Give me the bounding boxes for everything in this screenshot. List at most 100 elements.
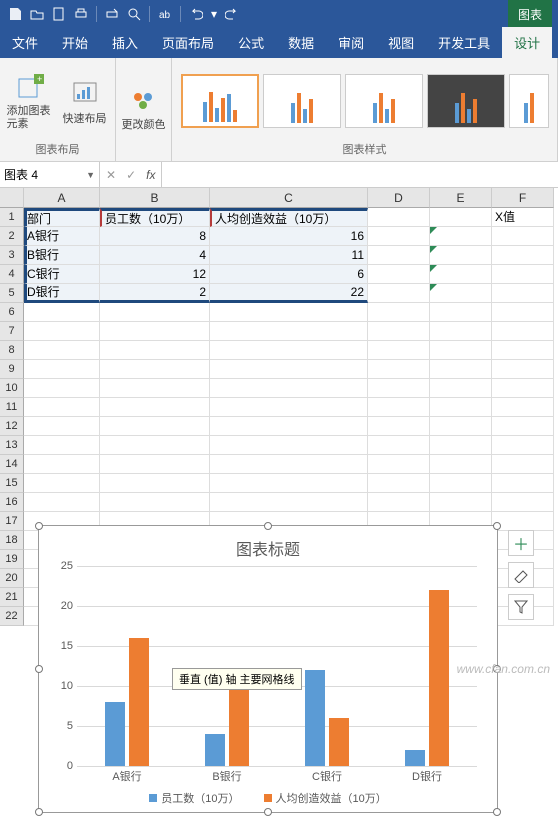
cell-B6[interactable] <box>100 303 210 322</box>
cell-C2[interactable]: 16 <box>210 227 368 246</box>
cell-E2[interactable] <box>430 227 492 246</box>
cell-D15[interactable] <box>368 474 430 493</box>
cell-A12[interactable] <box>24 417 100 436</box>
tab-layout[interactable]: 页面布局 <box>150 27 226 58</box>
cell-D8[interactable] <box>368 341 430 360</box>
chart-filter-button[interactable] <box>508 594 534 620</box>
bar-人均创造效益（10万）-C银行[interactable] <box>329 718 349 766</box>
cell-D10[interactable] <box>368 379 430 398</box>
cell-F10[interactable] <box>492 379 554 398</box>
cell-B8[interactable] <box>100 341 210 360</box>
tab-dev[interactable]: 开发工具 <box>426 27 502 58</box>
cell-E1[interactable] <box>430 208 492 227</box>
quick-layout-button[interactable]: 快速布局 <box>61 76 109 126</box>
row-head-13[interactable]: 13 <box>0 436 24 455</box>
cell-F14[interactable] <box>492 455 554 474</box>
cell-F2[interactable] <box>492 227 554 246</box>
chart-style-4[interactable] <box>427 74 505 128</box>
cell-C4[interactable]: 6 <box>210 265 368 284</box>
cell-B10[interactable] <box>100 379 210 398</box>
cell-C6[interactable] <box>210 303 368 322</box>
bar-员工数（10万）-B银行[interactable] <box>205 734 225 766</box>
chart-legend[interactable]: 员工数（10万） 人均创造效益（10万） <box>39 790 497 806</box>
cell-E14[interactable] <box>430 455 492 474</box>
cell-F13[interactable] <box>492 436 554 455</box>
cell-D14[interactable] <box>368 455 430 474</box>
cell-B9[interactable] <box>100 360 210 379</box>
undo-icon[interactable] <box>187 5 205 23</box>
row-head-21[interactable]: 21 <box>0 588 24 607</box>
cell-B16[interactable] <box>100 493 210 512</box>
name-box-dropdown-icon[interactable]: ▼ <box>86 170 95 180</box>
cell-E6[interactable] <box>430 303 492 322</box>
cell-D16[interactable] <box>368 493 430 512</box>
cell-B14[interactable] <box>100 455 210 474</box>
row-head-2[interactable]: 2 <box>0 227 24 246</box>
cell-B12[interactable] <box>100 417 210 436</box>
cell-A4[interactable]: C银行 <box>24 265 100 284</box>
row-head-8[interactable]: 8 <box>0 341 24 360</box>
select-all-corner[interactable] <box>0 188 24 208</box>
cell-B13[interactable] <box>100 436 210 455</box>
cell-F12[interactable] <box>492 417 554 436</box>
cell-D12[interactable] <box>368 417 430 436</box>
cell-C16[interactable] <box>210 493 368 512</box>
cell-B3[interactable]: 4 <box>100 246 210 265</box>
cell-B2[interactable]: 8 <box>100 227 210 246</box>
col-head-A[interactable]: A <box>24 188 100 208</box>
cell-B4[interactable]: 12 <box>100 265 210 284</box>
cell-F4[interactable] <box>492 265 554 284</box>
cell-C3[interactable]: 11 <box>210 246 368 265</box>
name-box-input[interactable] <box>4 168 74 182</box>
formula-bar-input[interactable] <box>162 162 558 187</box>
cell-F7[interactable] <box>492 322 554 341</box>
tab-formula[interactable]: 公式 <box>226 27 276 58</box>
cell-F1[interactable]: X值 <box>492 208 554 227</box>
row-head-16[interactable]: 16 <box>0 493 24 512</box>
cell-D11[interactable] <box>368 398 430 417</box>
cell-C1[interactable]: 人均创造效益（10万） <box>210 208 368 227</box>
tab-data[interactable]: 数据 <box>276 27 326 58</box>
cell-D3[interactable] <box>368 246 430 265</box>
bar-人均创造效益（10万）-A银行[interactable] <box>129 638 149 766</box>
cell-F3[interactable] <box>492 246 554 265</box>
bar-员工数（10万）-A银行[interactable] <box>105 702 125 766</box>
cell-A9[interactable] <box>24 360 100 379</box>
change-colors-button[interactable]: 更改颜色 <box>120 85 168 131</box>
cell-B1[interactable]: 员工数（10万） <box>100 208 210 227</box>
col-head-B[interactable]: B <box>100 188 210 208</box>
chart-style-2[interactable] <box>263 74 341 128</box>
cell-F5[interactable] <box>492 284 554 303</box>
cell-D9[interactable] <box>368 360 430 379</box>
cell-F6[interactable] <box>492 303 554 322</box>
row-head-14[interactable]: 14 <box>0 455 24 474</box>
cell-D7[interactable] <box>368 322 430 341</box>
cell-A3[interactable]: B银行 <box>24 246 100 265</box>
cell-F16[interactable] <box>492 493 554 512</box>
cell-D4[interactable] <box>368 265 430 284</box>
row-head-10[interactable]: 10 <box>0 379 24 398</box>
row-head-20[interactable]: 20 <box>0 569 24 588</box>
tab-home[interactable]: 开始 <box>50 27 100 58</box>
row-head-5[interactable]: 5 <box>0 284 24 303</box>
cell-C11[interactable] <box>210 398 368 417</box>
cell-A7[interactable] <box>24 322 100 341</box>
name-box[interactable]: ▼ <box>0 162 100 187</box>
cell-D13[interactable] <box>368 436 430 455</box>
cell-A6[interactable] <box>24 303 100 322</box>
row-head-17[interactable]: 17 <box>0 512 24 531</box>
dropdown-icon[interactable]: ▾ <box>209 5 219 23</box>
col-head-E[interactable]: E <box>430 188 492 208</box>
save-icon[interactable] <box>6 5 24 23</box>
print-icon[interactable] <box>72 5 90 23</box>
cell-D1[interactable] <box>368 208 430 227</box>
row-head-3[interactable]: 3 <box>0 246 24 265</box>
cell-E7[interactable] <box>430 322 492 341</box>
cell-C15[interactable] <box>210 474 368 493</box>
preview-icon[interactable] <box>125 5 143 23</box>
cell-C12[interactable] <box>210 417 368 436</box>
cell-A16[interactable] <box>24 493 100 512</box>
cell-C7[interactable] <box>210 322 368 341</box>
cell-E4[interactable] <box>430 265 492 284</box>
cell-A13[interactable] <box>24 436 100 455</box>
